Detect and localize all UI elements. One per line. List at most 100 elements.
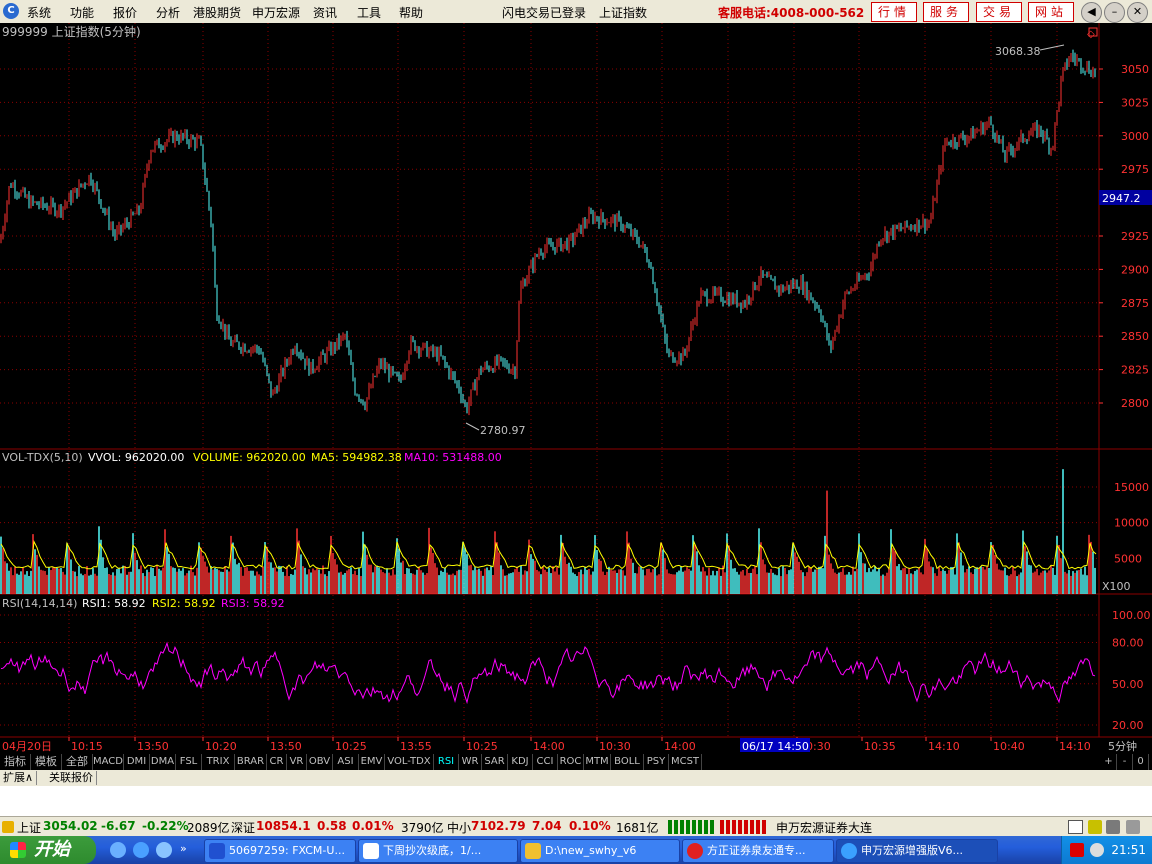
volume-tick-label: 10000 [1114,517,1149,530]
desktop-icon[interactable] [156,842,172,858]
back-icon[interactable]: ◀ [1081,2,1102,23]
minimize-icon[interactable]: – [1104,2,1125,23]
swhy-icon [841,843,857,859]
sh-value: 3054.02 [43,819,98,833]
tab-roc[interactable]: ROC [558,754,584,770]
vol-indicator-title: VOL-TDX(5,10) [2,451,83,464]
tab-rsi[interactable]: RSI [434,754,459,770]
period-label[interactable]: 5分钟 [1108,739,1137,753]
browser-icon[interactable] [133,842,149,858]
zoom-in-button[interactable]: + [1101,754,1117,770]
tab-cr[interactable]: CR [267,754,287,770]
market-button[interactable]: 行情 [871,2,917,22]
volume-tick-label: 15000 [1114,481,1149,494]
tab-emv[interactable]: EMV [359,754,385,770]
menu-quote[interactable]: 报价 [113,4,137,21]
rsi-tick-label: 50.00 [1112,678,1144,691]
sz-change: 0.58 [317,819,347,833]
tab-wr[interactable]: WR [459,754,482,770]
close-icon[interactable]: ✕ [1127,2,1148,23]
chart-area[interactable]: 999999 上证指数(5分钟) 3068.38 2780.97 3050 302… [0,23,1152,754]
task-notepad[interactable]: 下周抄次级底，1/... [358,839,518,863]
signal-icon[interactable] [1088,820,1102,834]
tab-asi[interactable]: ASI [333,754,359,770]
volume-bars [0,469,1097,594]
start-button[interactable]: 开始 [0,836,96,864]
start-label: 开始 [34,839,70,860]
service-button[interactable]: 服务 [923,2,969,22]
tab-extend[interactable]: 扩展∧ [0,771,38,785]
tab-template[interactable]: 模板 [31,754,62,770]
zoom-out-button[interactable]: - [1117,754,1133,770]
task-label: 下周抄次级底，1/... [383,844,482,857]
tab-indicator[interactable]: 指标 [0,754,31,770]
kline-chart[interactable]: 999999 上证指数(5分钟) 3068.38 2780.97 3050 302… [0,23,1152,754]
lock-icon[interactable] [1106,820,1120,834]
menu-analysis[interactable]: 分析 [156,4,180,21]
tab-vol-tdx[interactable]: VOL-TDX [385,754,434,770]
zx-value: 7102.79 [471,819,526,833]
tab-macd[interactable]: MACD [93,754,124,770]
app-logo-icon: C [3,3,19,19]
broker-name: 申万宏源证券大连 [776,821,873,835]
tab-cci[interactable]: CCI [533,754,558,770]
current-price-label: 2947.2 [1102,192,1141,205]
menu-help[interactable]: 帮助 [399,4,423,21]
flag-tray-icon[interactable] [1070,843,1084,857]
task-swhy-active[interactable]: 申万宏源增强版V6... [836,839,998,863]
tab-psy[interactable]: PSY [644,754,669,770]
task-fxcm[interactable]: 50697259: FXCM-U... [204,839,356,863]
diamond-icon[interactable]: ◇ [1087,29,1095,40]
current-index-name: 上证指数 [599,6,648,20]
website-button[interactable]: 网站 [1028,2,1074,22]
tab-brar[interactable]: BRAR [235,754,267,770]
price-tick-label: 2875 [1121,297,1149,310]
tab-dma[interactable]: DMA [150,754,176,770]
sell-strength-meter [720,820,768,834]
reset-button[interactable]: 0 [1133,754,1149,770]
menu-tools[interactable]: 工具 [357,4,381,21]
task-label: 申万宏源增强版V6... [861,844,964,857]
tab-dmi[interactable]: DMI [124,754,150,770]
tab-all[interactable]: 全部 [62,754,93,770]
task-label: 方正证券泉友通专... [707,844,806,857]
tab-boll[interactable]: BOLL [611,754,644,770]
tab-kdj[interactable]: KDJ [508,754,533,770]
tab-related-quote[interactable]: 关联报价 [46,771,97,785]
menu-function[interactable]: 功能 [70,4,94,21]
sz-pct: 0.01% [352,819,394,833]
menu-system[interactable]: 系统 [27,4,51,21]
tab-obv[interactable]: OBV [307,754,333,770]
tab-sar[interactable]: SAR [482,754,508,770]
tab-mcst[interactable]: MCST [669,754,702,770]
layout-icon[interactable] [1068,820,1083,834]
menu-hk-futures[interactable]: 港股期货 [193,4,241,21]
high-price-label: 3068.38 [995,45,1041,58]
tab-mtm[interactable]: MTM [584,754,611,770]
trade-button[interactable]: 交易 [976,2,1022,22]
rsi2-value: RSI2: 58.92 [152,597,216,610]
menu-info[interactable]: 资讯 [313,4,337,21]
quicklaunch-more-icon[interactable]: » [180,842,187,855]
tab-fsl[interactable]: FSL [176,754,202,770]
rsi-line [0,641,1096,705]
sz-amount: 3790亿 [401,821,444,835]
task-fangzheng[interactable]: 方正证券泉友通专... [682,839,834,863]
price-tick-label: 2925 [1121,230,1149,243]
settings-icon[interactable] [1126,820,1140,834]
volume-tick-label: 5000 [1114,552,1142,565]
ie-icon[interactable] [110,842,126,858]
time-tick-label: 13:55 [400,740,432,753]
task-explorer[interactable]: D:\new_swhy_v6 [520,839,680,863]
sz-value: 10854.1 [256,819,311,833]
sh-pct: -0.22% [142,819,189,833]
time-tick-label: 14:10 [928,740,960,753]
market-statusbar: 上证 3054.02 -6.67 -0.22% 2089亿 深证 10854.1… [0,816,1152,837]
zx-pct: 0.10% [569,819,611,833]
menu-swhy[interactable]: 申万宏源 [252,4,300,21]
tab-vr[interactable]: VR [287,754,307,770]
shield-tray-icon[interactable] [1090,843,1104,857]
price-tick-label: 2800 [1121,397,1149,410]
tab-trix[interactable]: TRIX [202,754,235,770]
price-tick-label: 3025 [1121,96,1149,109]
